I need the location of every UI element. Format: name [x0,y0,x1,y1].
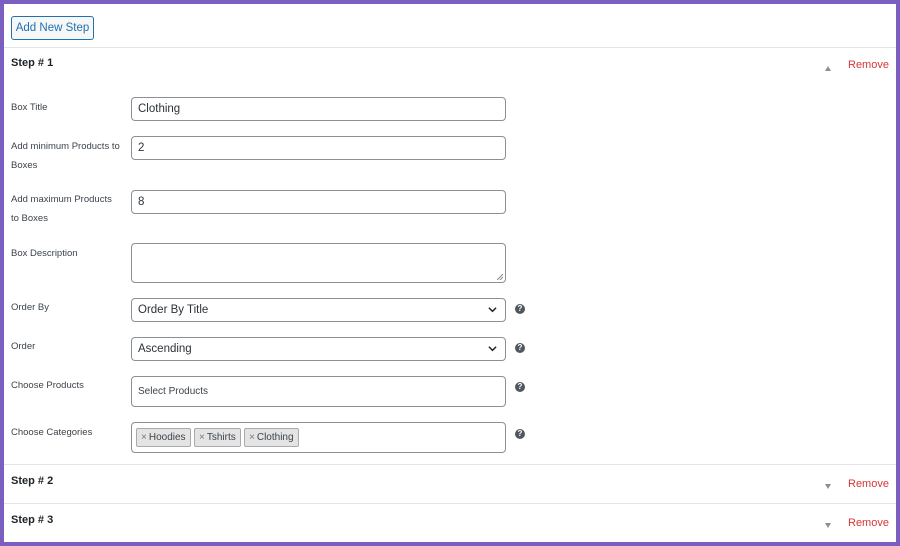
category-tag[interactable]: × Tshirts [194,428,241,447]
help-icon[interactable]: ? [515,304,525,314]
help-icon[interactable]: ? [515,343,525,353]
step-1-remove-link[interactable]: Remove [848,59,889,71]
max-products-input[interactable]: 8 [131,190,506,214]
divider [4,503,896,504]
step-2-title[interactable]: Step # 2 [11,475,53,487]
choose-products-select[interactable]: Select Products [131,376,506,407]
resize-grip-icon[interactable] [497,274,503,280]
divider [4,464,896,465]
chevron-down-icon [488,346,497,352]
step-1-title[interactable]: Step # 1 [11,57,53,69]
category-tag-label: Hoodies [148,432,186,443]
max-products-label: Add maximum Products to Boxes [11,194,112,224]
min-products-label: Add minimum Products to Boxes [11,141,120,171]
box-description-textarea[interactable] [131,243,506,283]
add-new-step-button[interactable]: Add New Step [11,16,94,40]
remove-tag-icon[interactable]: × [141,432,147,443]
chevron-down-icon[interactable] [825,484,831,489]
remove-tag-icon[interactable]: × [199,432,205,443]
box-description-label: Box Description [11,248,78,259]
order-value: Ascending [138,343,192,355]
step-3-title[interactable]: Step # 3 [11,514,53,526]
category-tag-label: Tshirts [206,432,236,443]
min-products-input[interactable]: 2 [131,136,506,160]
box-title-label: Box Title [11,102,48,113]
category-tag[interactable]: × Clothing [244,428,299,447]
chevron-up-icon[interactable] [825,66,831,71]
order-by-select[interactable]: Order By Title [131,298,506,322]
box-title-input[interactable]: Clothing [131,97,506,121]
choose-products-label: Choose Products [11,380,84,391]
divider [4,47,896,48]
order-by-label: Order By [11,302,50,313]
choose-categories-select[interactable]: × Hoodies × Tshirts × Clothing [131,422,506,453]
choose-products-placeholder: Select Products [138,386,209,397]
remove-tag-icon[interactable]: × [249,432,255,443]
chevron-down-icon [488,307,497,313]
help-icon[interactable]: ? [515,382,525,392]
category-tag[interactable]: × Hoodies [136,428,191,447]
category-tag-label: Clothing [256,432,294,443]
chevron-down-icon[interactable] [825,523,831,528]
help-icon[interactable]: ? [515,429,525,439]
step-3-remove-link[interactable]: Remove [848,517,889,529]
step-2-remove-link[interactable]: Remove [848,478,889,490]
order-select[interactable]: Ascending [131,337,506,361]
steps-panel: Add New Step Step # 1 Remove Box Title C… [4,4,896,542]
order-by-value: Order By Title [138,304,209,316]
order-label: Order [11,341,36,352]
choose-categories-label: Choose Categories [11,427,93,438]
